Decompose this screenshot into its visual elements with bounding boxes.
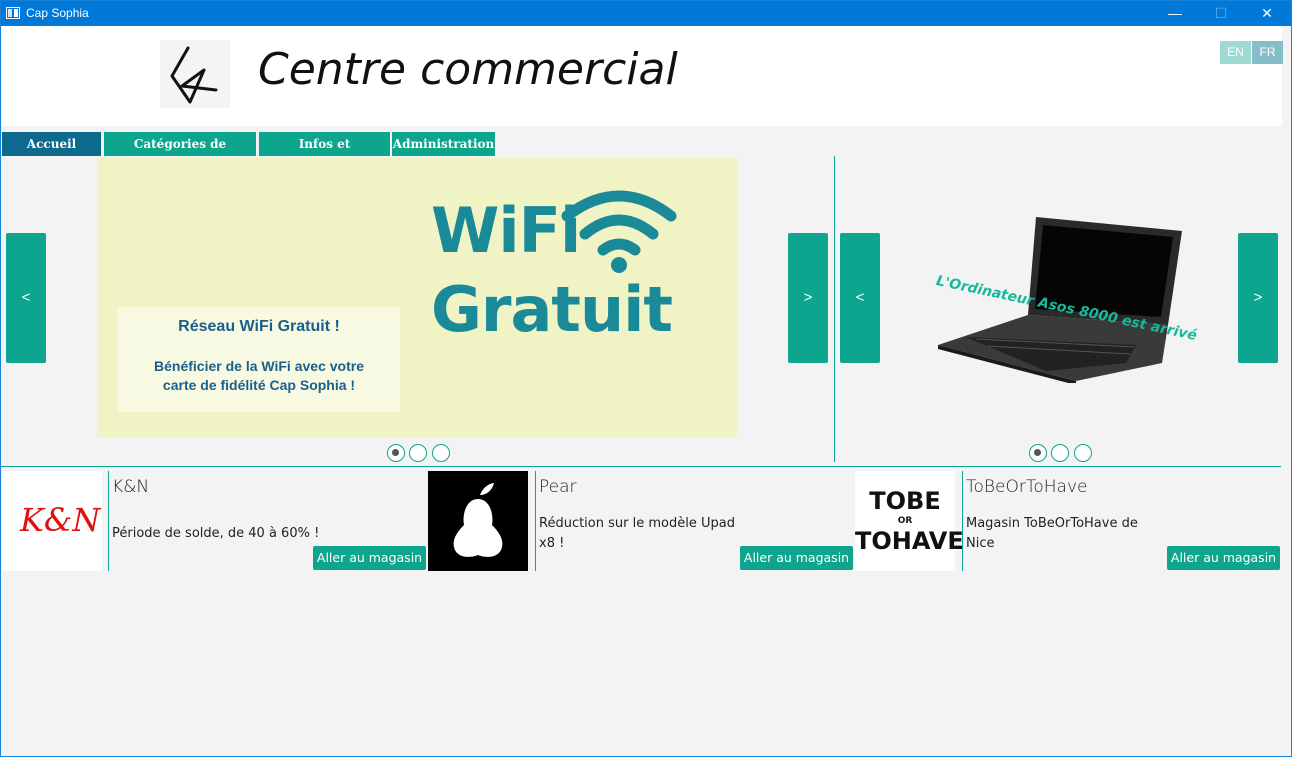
store-desc-pear-line2: x8 !: [539, 536, 565, 551]
wifi-info-card: Réseau WiFi Gratuit ! Bénéficier de la W…: [118, 307, 400, 412]
store-separator: [962, 471, 963, 571]
store-name-pear: Pear: [539, 477, 577, 497]
tab-infos[interactable]: Infos et localisation: [259, 132, 390, 175]
language-en-button[interactable]: EN: [1220, 41, 1251, 64]
maximize-button[interactable]: ☐: [1198, 1, 1244, 26]
close-button[interactable]: ✕: [1244, 1, 1290, 26]
carousel-right-prev-button[interactable]: <: [840, 233, 880, 363]
carousel-right-dot-1[interactable]: [1029, 444, 1047, 462]
go-to-store-button-kn[interactable]: Aller au magasin: [313, 546, 426, 570]
store-separator: [535, 471, 536, 571]
wifi-card-line1: Bénéficier de la WiFi avec votre: [154, 358, 364, 374]
tab-accueil[interactable]: Accueil: [2, 132, 101, 156]
store-desc-pear-line1: Réduction sur le modèle Upad: [539, 516, 735, 531]
carousel-left-dot-3[interactable]: [432, 444, 450, 462]
wifi-icon: [561, 190, 677, 273]
store-desc-kn: Période de solde, de 40 à 60% !: [112, 526, 320, 541]
carousel-right-dot-2[interactable]: [1051, 444, 1069, 462]
carousel-right-dot-3[interactable]: [1074, 444, 1092, 462]
store-name-tobeortohave: ToBeOrToHave: [966, 477, 1088, 497]
store-desc-tobe-line1: Magasin ToBeOrToHave de: [966, 516, 1138, 531]
header: Centre commercial EN FR: [2, 26, 1283, 126]
carousel-left-next-button[interactable]: >: [788, 233, 828, 363]
wifi-card-title: Réseau WiFi Gratuit !: [178, 318, 340, 335]
kn-logo: K&N: [2, 471, 102, 571]
pear-icon: [453, 483, 503, 557]
section-divider: [1, 466, 1281, 467]
app-window: Cap Sophia — ☐ ✕ Centre commercial EN FR…: [0, 0, 1292, 757]
carousel-left-prev-button[interactable]: <: [6, 233, 46, 363]
tobeortohave-logo: TOBE OR TOHAVE: [855, 471, 964, 571]
go-to-store-button-pear[interactable]: Aller au magasin: [740, 546, 853, 570]
cap-sophia-logo: [160, 40, 230, 108]
page-title: Centre commercial: [258, 44, 678, 95]
carousel-left-dot-1[interactable]: [387, 444, 405, 462]
carousel-divider: [834, 156, 835, 462]
app-icon: [6, 7, 20, 19]
carousel-left-dot-2[interactable]: [409, 444, 427, 462]
carousel-right-next-button[interactable]: >: [1238, 233, 1278, 363]
laptop-image: [938, 217, 1182, 383]
go-to-store-button-tobeortohave[interactable]: Aller au magasin: [1167, 546, 1280, 570]
wifi-headline: WiFi: [431, 194, 581, 267]
window-title: Cap Sophia: [26, 6, 89, 20]
store-name-kn: K&N: [112, 477, 150, 497]
tab-categories[interactable]: Catégories de magasin: [104, 132, 256, 175]
wifi-slide: WiFi Gratuit Réseau WiFi Gratuit ! Bénéf…: [97, 158, 737, 438]
store-separator: [108, 471, 109, 571]
tab-administration[interactable]: Administration: [392, 132, 495, 156]
wifi-subheadline: Gratuit: [431, 273, 673, 346]
pear-logo: [428, 471, 528, 571]
store-desc-tobe-line2: Nice: [966, 536, 995, 551]
language-fr-button[interactable]: FR: [1252, 41, 1283, 64]
minimize-button[interactable]: —: [1152, 1, 1198, 26]
title-bar: Cap Sophia — ☐ ✕: [1, 1, 1291, 26]
wifi-card-line2: carte de fidélité Cap Sophia !: [162, 377, 356, 393]
